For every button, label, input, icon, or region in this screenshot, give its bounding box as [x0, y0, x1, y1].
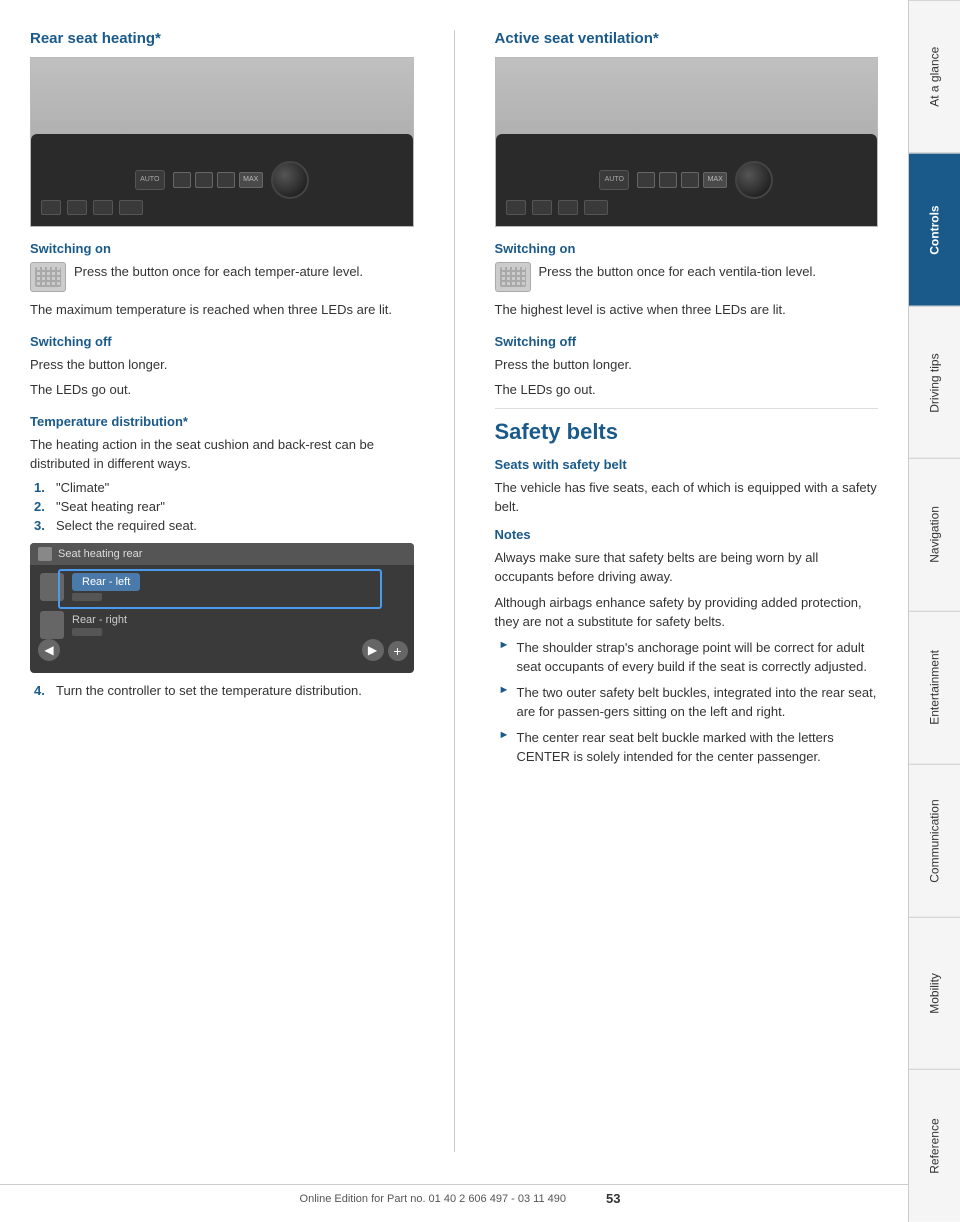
temp-dist-title: Temperature distribution* [30, 414, 414, 429]
sidebar-item-driving-tips[interactable]: Driving tips [909, 306, 960, 459]
notes-title: Notes [495, 527, 879, 542]
page-footer: Online Edition for Part no. 01 40 2 606 … [0, 1184, 960, 1212]
seats-with-belt-title: Seats with safety belt [495, 457, 879, 472]
list-num-3: 3. [34, 518, 56, 533]
bullet-arrow-1: ► [499, 639, 517, 651]
sidebar-item-entertainment[interactable]: Entertainment [909, 611, 960, 764]
seat-heat-icon [30, 262, 66, 292]
bullet-item-1: ► The shoulder strap's anchorage point w… [495, 638, 879, 677]
list-text-1: "Climate" [56, 480, 109, 495]
list-num-1: 1. [34, 480, 56, 495]
list-num-4: 4. [34, 683, 56, 698]
left-switching-off-line2: The LEDs go out. [30, 380, 414, 400]
right-switching-off-title: Switching off [495, 334, 879, 349]
left-section-title: Rear seat heating* [30, 30, 414, 47]
bullet-text-1: The shoulder strap's anchorage point wil… [517, 638, 879, 677]
sidebar-item-at-a-glance[interactable]: At a glance [909, 0, 960, 153]
screen-row-2: Rear - right [40, 611, 404, 639]
section-divider [495, 408, 879, 409]
screen-header: Seat heating rear [30, 543, 414, 565]
left-column: Rear seat heating* AUTO MAX [30, 30, 414, 1152]
left-switching-off-title: Switching off [30, 334, 414, 349]
page-number: 53 [606, 1191, 620, 1206]
screen-header-icon [38, 547, 52, 561]
right-switching-on-note: The highest level is active when three L… [495, 300, 879, 320]
right-section-title: Active seat ventilation* [495, 30, 879, 47]
bullet-text-2: The two outer safety belt buckles, integ… [517, 683, 879, 722]
temp-dist-desc: The heating action in the seat cushion a… [30, 435, 414, 474]
list-item-1: 1. "Climate" [30, 480, 414, 495]
list-item-4: 4. Turn the controller to set the temper… [30, 683, 414, 698]
list-item-3: 3. Select the required seat. [30, 518, 414, 533]
rear-seat-heating-image: AUTO MAX [30, 57, 414, 227]
sidebar: At a glance Controls Driving tips Naviga… [908, 0, 960, 1222]
list-num-2: 2. [34, 499, 56, 514]
bullet-arrow-3: ► [499, 729, 517, 741]
sidebar-item-navigation[interactable]: Navigation [909, 458, 960, 611]
seats-with-belt-text: The vehicle has five seats, each of whic… [495, 478, 879, 517]
active-seat-ventilation-image: AUTO MAX [495, 57, 879, 227]
bullet-item-3: ► The center rear seat belt buckle marke… [495, 728, 879, 767]
notes-note2: Although airbags enhance safety by provi… [495, 593, 879, 632]
left-switching-on-row: Press the button once for each temper-at… [30, 262, 414, 292]
right-switching-on-row: Press the button once for each ventila-t… [495, 262, 879, 292]
screen-nav-left[interactable]: ◀ [38, 639, 60, 661]
screen-row2-label: Rear - right [72, 614, 404, 626]
right-column: Active seat ventilation* AUTO MAX [495, 30, 879, 1152]
screen-plus-btn[interactable]: + [388, 641, 408, 661]
left-switching-on-note: The maximum temperature is reached when … [30, 300, 414, 320]
list-item-2: 2. "Seat heating rear" [30, 499, 414, 514]
column-separator [454, 30, 455, 1152]
sidebar-item-reference[interactable]: Reference [909, 1069, 960, 1222]
bullet-arrow-2: ► [499, 684, 517, 696]
list-text-2: "Seat heating rear" [56, 499, 165, 514]
seat-vent-icon [495, 262, 531, 292]
bullet-item-2: ► The two outer safety belt buckles, int… [495, 683, 879, 722]
sidebar-item-controls[interactable]: Controls [909, 153, 960, 306]
notes-note1: Always make sure that safety belts are b… [495, 548, 879, 587]
sidebar-item-communication[interactable]: Communication [909, 764, 960, 917]
right-switching-off-line1: Press the button longer. [495, 355, 879, 375]
right-switching-off-line2: The LEDs go out. [495, 380, 879, 400]
list-text-4: Turn the controller to set the temperatu… [56, 683, 362, 698]
sidebar-item-mobility[interactable]: Mobility [909, 917, 960, 1070]
bullet-text-3: The center rear seat belt buckle marked … [517, 728, 879, 767]
footer-text: Online Edition for Part no. 01 40 2 606 … [300, 1193, 566, 1205]
left-switching-on-title: Switching on [30, 241, 414, 256]
right-switching-on-title: Switching on [495, 241, 879, 256]
safety-belts-title: Safety belts [495, 419, 879, 445]
screen-nav-right[interactable]: ▶ [362, 639, 384, 661]
screen-image: Seat heating rear Rear - left [30, 543, 414, 673]
right-switching-on-desc: Press the button once for each ventila-t… [539, 262, 817, 282]
left-switching-off-line1: Press the button longer. [30, 355, 414, 375]
left-switching-on-desc: Press the button once for each temper-at… [74, 262, 363, 282]
screen-title: Seat heating rear [58, 548, 142, 560]
list-text-3: Select the required seat. [56, 518, 197, 533]
